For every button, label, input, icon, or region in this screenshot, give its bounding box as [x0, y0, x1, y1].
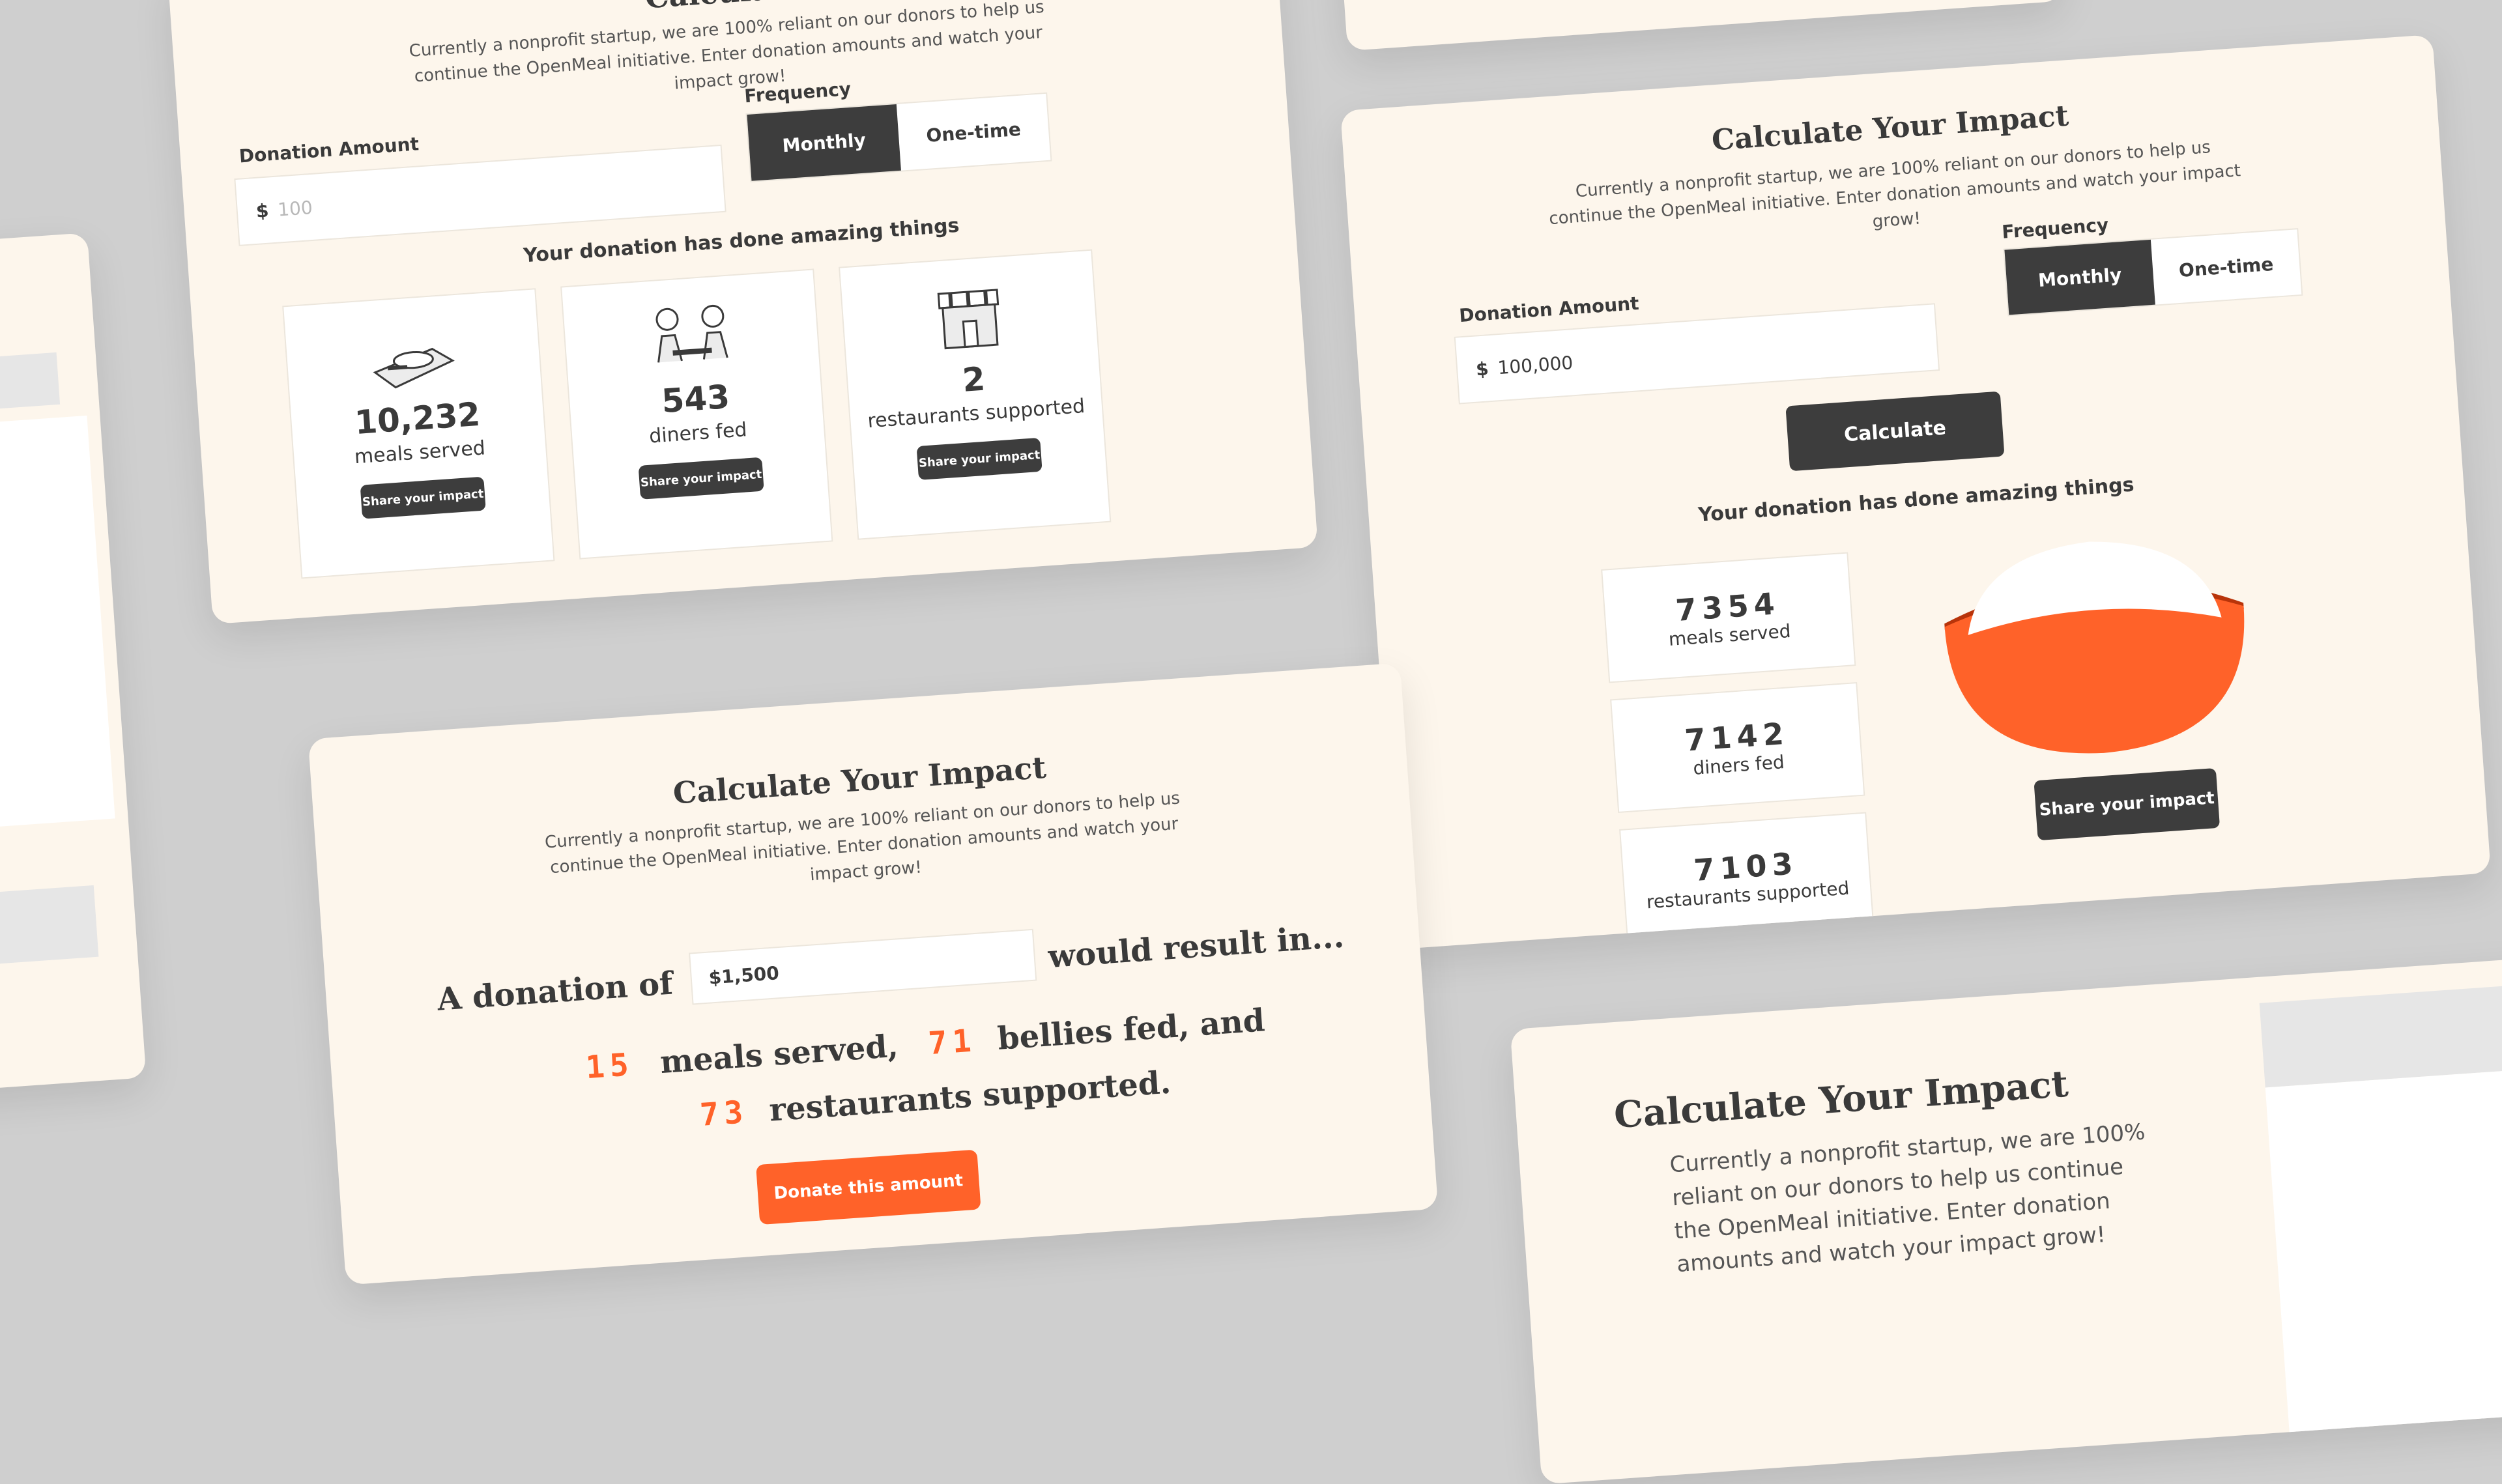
donate-amount-button[interactable]: Donate this amount — [756, 1149, 981, 1225]
currency-symbol: $ — [255, 199, 270, 222]
meals-text: meals served, — [659, 1027, 900, 1081]
restaurants-text: restaurants supported. — [768, 1064, 1172, 1129]
stat-tile-meals: 10,232 meals served Share your impact — [282, 288, 555, 579]
bellies-text: bellies fed, and — [996, 1002, 1266, 1057]
diners-icon — [655, 304, 728, 363]
stat-tile-diners: 7142 diners fed — [1610, 681, 1865, 814]
stat-label: restaurants supported — [867, 394, 1086, 433]
stat-value: 2 — [961, 360, 986, 399]
amount-label: Donation Amount — [238, 133, 420, 167]
amount-label: Donation Amount — [1458, 292, 1640, 327]
frequency-one-time[interactable]: One-time — [897, 94, 1051, 171]
placeholder-block — [2259, 975, 2502, 1088]
frequency-monthly[interactable]: Monthly — [747, 104, 901, 181]
frequency-one-time[interactable]: One-time — [2151, 229, 2301, 304]
frequency-monthly[interactable]: Monthly — [2004, 239, 2155, 315]
card-subtitle: Currently a nonprofit startup, we are 10… — [1669, 1119, 2146, 1278]
currency-symbol: $ — [1475, 357, 1489, 380]
impact-card-sentence: Calculate Your Impact Currently a nonpro… — [308, 663, 1439, 1285]
amount-placeholder: 100 — [277, 196, 313, 221]
stat-tile-meals: 7354 meals served — [1601, 552, 1856, 683]
donation-amount-input[interactable]: $1,500 — [689, 928, 1037, 1005]
impact-card-bowl: Calculate Your Impact Currently a nonpro… — [1340, 34, 2491, 950]
stat-label: meals served — [353, 436, 486, 469]
stat-tile-restaurants: 7103 restaurants supported — [1619, 812, 1875, 943]
stat-value: 10,232 — [353, 395, 482, 442]
orange-bowl-icon — [1944, 541, 2245, 754]
placeholder-panel — [0, 415, 115, 839]
calculate-button[interactable]: Calculate — [1785, 391, 2005, 472]
stat-label: diners fed — [648, 418, 748, 448]
meals-value: 15 — [584, 1046, 635, 1087]
meal-tray-icon — [373, 347, 455, 389]
stat-value: 543 — [660, 377, 731, 421]
left-partial-card — [0, 233, 147, 1109]
impact-card-grid: Calculate Currently a nonprofit startup,… — [167, 0, 1318, 625]
storefront-icon — [937, 289, 999, 350]
placeholder-block — [0, 885, 99, 975]
stat-tile-restaurants: 2 restaurants supported Share your impac… — [839, 249, 1112, 540]
share-impact-button[interactable]: Share your impact — [638, 457, 764, 500]
placeholder-panel — [2265, 1060, 2502, 1478]
share-impact-button[interactable]: Share your impact — [2034, 767, 2221, 841]
frequency-toggle[interactable]: Monthly One-time — [745, 92, 1052, 182]
share-impact-button[interactable]: Share your impact — [916, 437, 1042, 480]
bellies-value: 71 — [927, 1022, 978, 1063]
top-right-partial-card — [1338, 0, 2063, 51]
share-impact-button[interactable]: Share your impact — [360, 476, 486, 519]
result-line-2: 73 restaurants supported. — [699, 1064, 1172, 1134]
stat-tile-diners: 543 diners fed Share your impact — [560, 268, 833, 560]
results-heading: Your donation has done amazing things — [1697, 473, 2135, 527]
sentence-start: A donation of — [436, 965, 674, 1018]
placeholder-block — [0, 352, 61, 423]
restaurants-value: 73 — [698, 1093, 750, 1134]
frequency-toggle[interactable]: Monthly One-time — [2003, 228, 2303, 317]
amount-value: $1,500 — [708, 962, 780, 989]
sentence-result: would result in... — [1046, 918, 1345, 976]
amount-value: 100,000 — [1497, 351, 1574, 378]
mockup-stage: Calculate Currently a nonprofit startup,… — [0, 0, 2502, 1484]
impact-card-partial: Calculate Your Impact Currently a nonpro… — [1510, 952, 2502, 1484]
